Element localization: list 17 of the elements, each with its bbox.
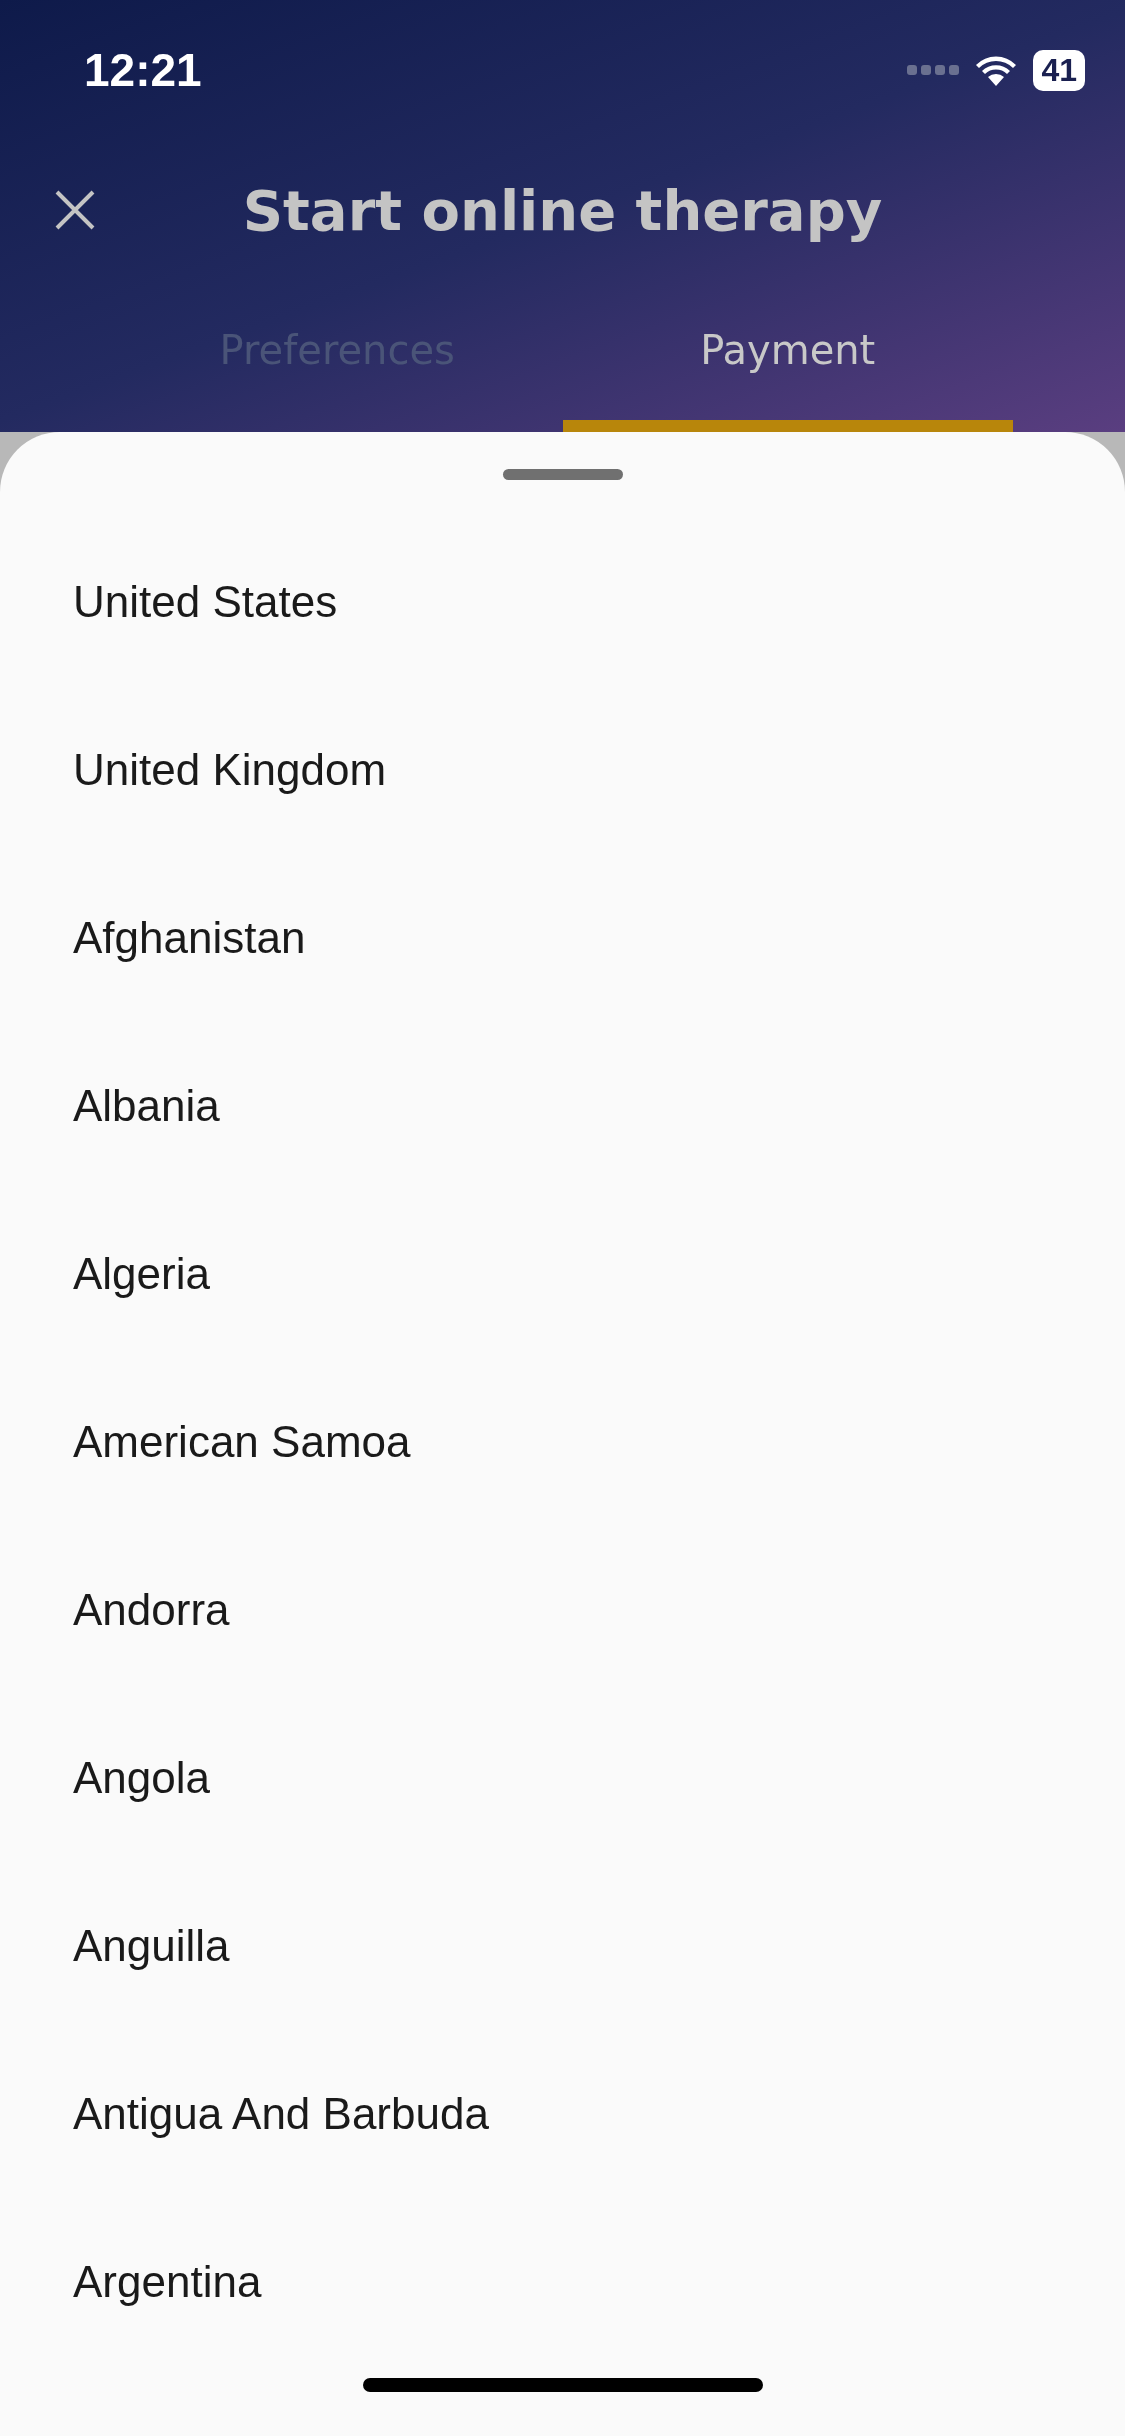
country-option[interactable]: Antigua And Barbuda bbox=[73, 2089, 489, 2139]
signal-icon bbox=[907, 64, 960, 76]
country-option[interactable]: United Kingdom bbox=[73, 745, 387, 795]
country-option[interactable]: United States bbox=[73, 577, 338, 627]
country-option[interactable]: Albania bbox=[73, 1081, 220, 1131]
screen-title: Start online therapy bbox=[242, 177, 883, 243]
country-option[interactable]: Angola bbox=[73, 1753, 210, 1803]
battery-icon: 41 bbox=[1033, 49, 1085, 91]
country-option[interactable]: Anguilla bbox=[73, 1921, 230, 1971]
status-time: 12:21 bbox=[84, 43, 202, 97]
country-option[interactable]: American Samoa bbox=[73, 1417, 411, 1467]
country-option[interactable]: Andorra bbox=[73, 1585, 230, 1635]
drag-handle[interactable] bbox=[502, 469, 623, 480]
country-option[interactable]: Algeria bbox=[73, 1249, 210, 1299]
country-option[interactable]: Argentina bbox=[73, 2257, 262, 2307]
close-icon[interactable] bbox=[55, 190, 95, 230]
country-option[interactable]: Afghanistan bbox=[73, 913, 306, 963]
